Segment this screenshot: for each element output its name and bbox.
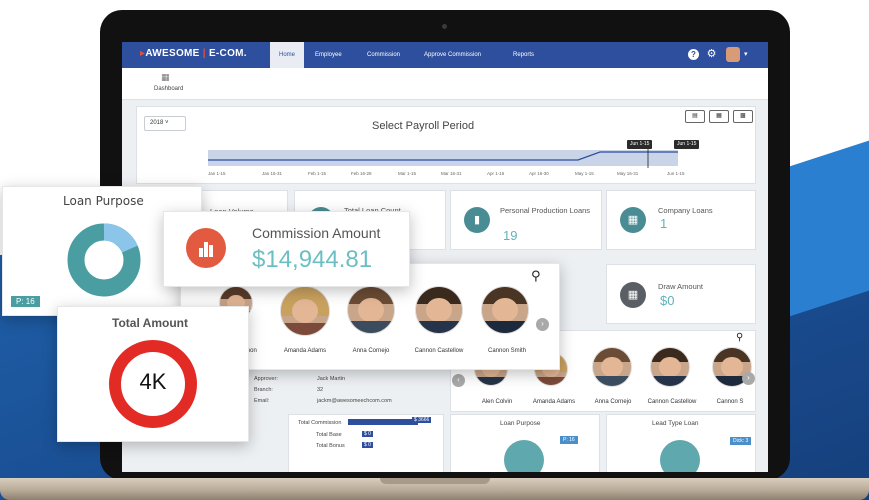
branch-label: Branch: xyxy=(254,387,273,393)
avatar[interactable] xyxy=(592,347,632,387)
nav-approve-commission[interactable]: Approve Commission xyxy=(424,42,481,68)
lead-type-badge: Dick: 3 xyxy=(730,437,752,445)
total-bonus-value: $ 0 xyxy=(362,442,373,448)
loan-purpose-bottom-chart xyxy=(504,440,544,472)
loan-purpose-bottom-title: Loan Purpose xyxy=(500,420,541,427)
email-value[interactable]: jackm@awesomeechcom.com xyxy=(317,398,392,404)
company-loans-value: 1 xyxy=(660,216,668,231)
email-label: Email: xyxy=(254,398,270,404)
background-accent xyxy=(780,130,869,320)
bar-chart-icon xyxy=(186,228,226,268)
tick-label: Feb 1-15 xyxy=(308,171,327,176)
nav-commission[interactable]: Commission xyxy=(367,42,400,68)
tick-label: Jan 1-15 xyxy=(208,171,226,176)
person-name: Cannon Castellow xyxy=(647,399,697,405)
nav-reports[interactable]: Reports xyxy=(513,42,534,68)
person-name: Amanda Adams xyxy=(532,399,576,405)
approver-label: Approver: xyxy=(254,376,278,382)
search-icon[interactable]: ⚲ xyxy=(736,332,743,343)
payroll-timeline[interactable] xyxy=(208,142,698,172)
person-name: Alen Colvin xyxy=(481,399,513,405)
total-bonus-label: Total Bonus xyxy=(316,443,345,449)
nav-home[interactable]: Home xyxy=(270,42,304,68)
search-icon[interactable]: ⚲ xyxy=(531,268,541,284)
commission-amount-card[interactable]: Commission Amount $14,944.81 xyxy=(163,211,410,287)
total-amount-title: Total Amount xyxy=(112,316,188,330)
gear-icon[interactable]: ⚙ xyxy=(706,49,717,60)
commission-amount-label: Commission Amount xyxy=(252,225,381,241)
person-name: Cannon Smith xyxy=(487,348,527,354)
user-avatar[interactable] xyxy=(726,47,740,62)
chevron-right-icon[interactable]: › xyxy=(536,318,549,331)
chevron-left-icon[interactable]: ‹ xyxy=(452,374,465,387)
loan-purpose-donut xyxy=(67,223,141,297)
approver-value: Jack Martin xyxy=(317,376,346,382)
dashboard-icon[interactable]: ▦ xyxy=(161,72,170,83)
bar-chart-icon: ▮ xyxy=(464,207,490,233)
avatar[interactable] xyxy=(347,286,395,334)
loan-purpose-badge: P: 16 xyxy=(11,296,40,307)
help-icon[interactable]: ? xyxy=(688,49,699,60)
laptop-notch xyxy=(380,478,490,484)
commission-table-title: Total Commission xyxy=(298,420,342,426)
personal-production-value: 19 xyxy=(503,228,518,243)
dashboard-label[interactable]: Dashboard xyxy=(154,86,183,92)
lead-type-chart xyxy=(660,440,700,472)
calculator-icon: ▦ xyxy=(620,282,646,308)
chart-icon[interactable]: ▦ xyxy=(709,110,729,123)
commission-amount-value: $14,944.81 xyxy=(252,246,373,273)
export-icon[interactable]: ▤ xyxy=(685,110,705,123)
building-icon: ▦ xyxy=(620,207,646,233)
sub-toolbar: ▦ Dashboard xyxy=(122,68,768,100)
draw-amount-label: Draw Amount xyxy=(658,282,704,291)
person-name: Anna Cornejo xyxy=(594,399,632,405)
total-base-value: $ 0 xyxy=(362,431,373,437)
chevron-down-icon[interactable]: ▾ xyxy=(744,42,748,68)
tick-label: Apr 1-15 xyxy=(487,171,505,176)
tick-label: May 1-15 xyxy=(575,171,594,176)
loan-purpose-title: Loan Purpose xyxy=(63,194,144,208)
year-select[interactable]: 2018 ˅ xyxy=(144,116,186,131)
total-amount-value: 4K xyxy=(139,369,167,394)
total-base-label: Total Base xyxy=(316,432,342,438)
avatar[interactable] xyxy=(280,286,330,336)
tick-label: Jan 16-31 xyxy=(262,171,283,176)
person-name: Cannon Castellow xyxy=(414,348,464,354)
top-nav: ▸AWESOME | E-COM. Home Employee Commissi… xyxy=(122,42,768,68)
period-tag-end[interactable]: Jun 1-15 xyxy=(674,140,700,149)
tick-label: Mar 16-31 xyxy=(441,171,462,176)
brand-logo[interactable]: ▸AWESOME | E-COM. xyxy=(140,48,247,59)
company-loans-label: Company Loans xyxy=(658,206,713,215)
tick-label: Jun 1-15 xyxy=(667,171,685,176)
tick-label: Mar 1-15 xyxy=(398,171,417,176)
avatar[interactable] xyxy=(650,347,690,387)
tick-label: May 16-31 xyxy=(617,171,639,176)
branch-value: 32 xyxy=(317,387,324,393)
nav-employee[interactable]: Employee xyxy=(315,42,342,68)
lead-type-title: Lead Type Loan xyxy=(652,420,699,427)
loan-purpose-bottom-badge: P: 16 xyxy=(560,436,578,444)
chevron-down-icon: ˅ xyxy=(165,120,169,126)
chevron-right-icon[interactable]: › xyxy=(742,372,755,385)
period-tag-start[interactable]: Jun 1-15 xyxy=(627,140,653,149)
person-name: Amanda Adams xyxy=(283,348,327,354)
person-name: Anna Cornejo xyxy=(352,348,390,354)
avatar[interactable] xyxy=(415,286,463,334)
avatar[interactable] xyxy=(481,286,529,334)
draw-amount-value: $0 xyxy=(660,293,675,308)
payroll-title: Select Payroll Period xyxy=(372,120,475,132)
tick-label: Feb 16-28 xyxy=(351,171,372,176)
total-amount-card[interactable]: Total Amount 4K xyxy=(57,306,249,442)
personal-production-label: Personal Production Loans xyxy=(500,206,591,215)
person-name: Cannon S xyxy=(716,399,744,405)
commission-bar xyxy=(348,419,418,425)
download-icon[interactable]: ▩ xyxy=(733,110,753,123)
commission-bar-value: $ 3666 xyxy=(412,417,432,423)
tick-label: Apr 16-30 xyxy=(529,171,549,176)
webcam xyxy=(442,24,447,29)
